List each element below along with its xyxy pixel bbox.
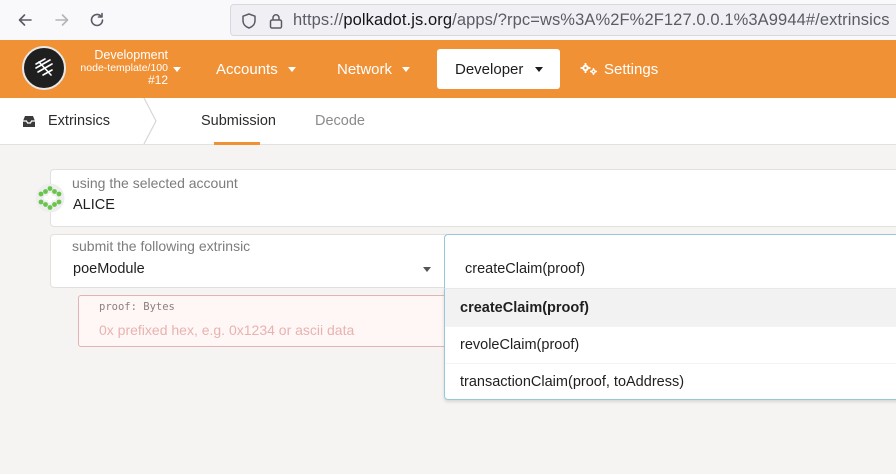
method-option-label: transactionClaim(proof, toAddress): [460, 374, 685, 390]
menu-accounts-label: Accounts: [216, 60, 278, 78]
caret-down-icon: [287, 66, 296, 72]
tab-decode[interactable]: Decode: [315, 98, 365, 144]
url-prefix: https://: [293, 11, 344, 29]
method-option-revoleclaim[interactable]: revoleClaim(proof): [445, 326, 896, 363]
method-option-label: createClaim(proof): [460, 299, 589, 316]
menu-network-label: Network: [337, 60, 393, 78]
inbox-icon: [23, 115, 35, 127]
account-name: ALICE: [73, 197, 115, 213]
menu-network[interactable]: Network: [337, 40, 411, 98]
lock-icon[interactable]: [267, 12, 285, 30]
method-option-label: revoleClaim(proof): [460, 337, 580, 353]
sub-navigation: Extrinsics Submission Decode: [0, 98, 896, 145]
menu-developer-label: Developer: [455, 60, 524, 78]
module-caret-down-icon[interactable]: [423, 267, 431, 272]
proof-input[interactable]: 0x prefixed hex, e.g. 0x1234 or ascii da…: [99, 322, 354, 338]
tab-decode-label: Decode: [315, 113, 365, 129]
chain-caret-down-icon[interactable]: [173, 67, 181, 72]
chain-best-block: #12: [147, 73, 168, 88]
breadcrumb-chevron-icon: [143, 98, 157, 144]
section-title: Extrinsics: [22, 98, 110, 144]
proof-param-label: proof: Bytes: [99, 301, 175, 313]
method-select[interactable]: createClaim(proof): [444, 234, 896, 288]
method-dropdown-menu: createClaim(proof) revoleClaim(proof) tr…: [444, 288, 896, 400]
method-value: createClaim(proof): [465, 261, 586, 277]
url-host: polkadot.js.org: [343, 11, 453, 29]
extrinsic-label: submit the following extrinsic: [72, 238, 251, 254]
url-text[interactable]: https://polkadot.js.org/apps/?rpc=ws%3A%…: [293, 11, 890, 30]
active-tab-indicator: [214, 142, 260, 145]
back-arrow-icon[interactable]: [13, 8, 37, 32]
section-title-label: Extrinsics: [48, 113, 111, 129]
module-value: poeModule: [73, 261, 145, 277]
app-header: Development node-template/100 #12 Accoun…: [0, 40, 896, 98]
caret-down-icon: [535, 66, 544, 72]
menu-accounts[interactable]: Accounts: [216, 40, 296, 98]
forward-arrow-icon[interactable]: [50, 8, 74, 32]
method-option-createclaim[interactable]: createClaim(proof): [445, 289, 896, 326]
account-identicon-icon: [35, 183, 65, 213]
menu-settings[interactable]: Settings: [580, 40, 658, 98]
node-logo-icon[interactable]: [22, 46, 66, 90]
caret-down-icon: [402, 66, 411, 72]
menu-developer[interactable]: Developer: [437, 49, 560, 89]
menu-settings-label: Settings: [604, 60, 659, 78]
tab-submission-label: Submission: [201, 113, 276, 129]
address-bar[interactable]: https://polkadot.js.org/apps/?rpc=ws%3A%…: [230, 4, 896, 36]
chain-selector[interactable]: Development node-template/100 #12: [70, 48, 168, 88]
method-option-transactionclaim[interactable]: transactionClaim(proof, toAddress): [445, 363, 896, 400]
reload-icon[interactable]: [85, 8, 109, 32]
browser-toolbar: https://polkadot.js.org/apps/?rpc=ws%3A%…: [0, 0, 896, 40]
tab-submission[interactable]: Submission: [201, 98, 276, 144]
gears-icon: [580, 62, 598, 76]
proof-param-field: proof: Bytes 0x prefixed hex, e.g. 0x123…: [78, 295, 458, 347]
chain-name: Development: [94, 48, 168, 62]
shield-icon[interactable]: [240, 12, 258, 30]
url-path: /apps/?rpc=ws%3A%2F%2F127.0.0.1%3A9944#/…: [452, 11, 890, 29]
account-label: using the selected account: [72, 175, 238, 191]
